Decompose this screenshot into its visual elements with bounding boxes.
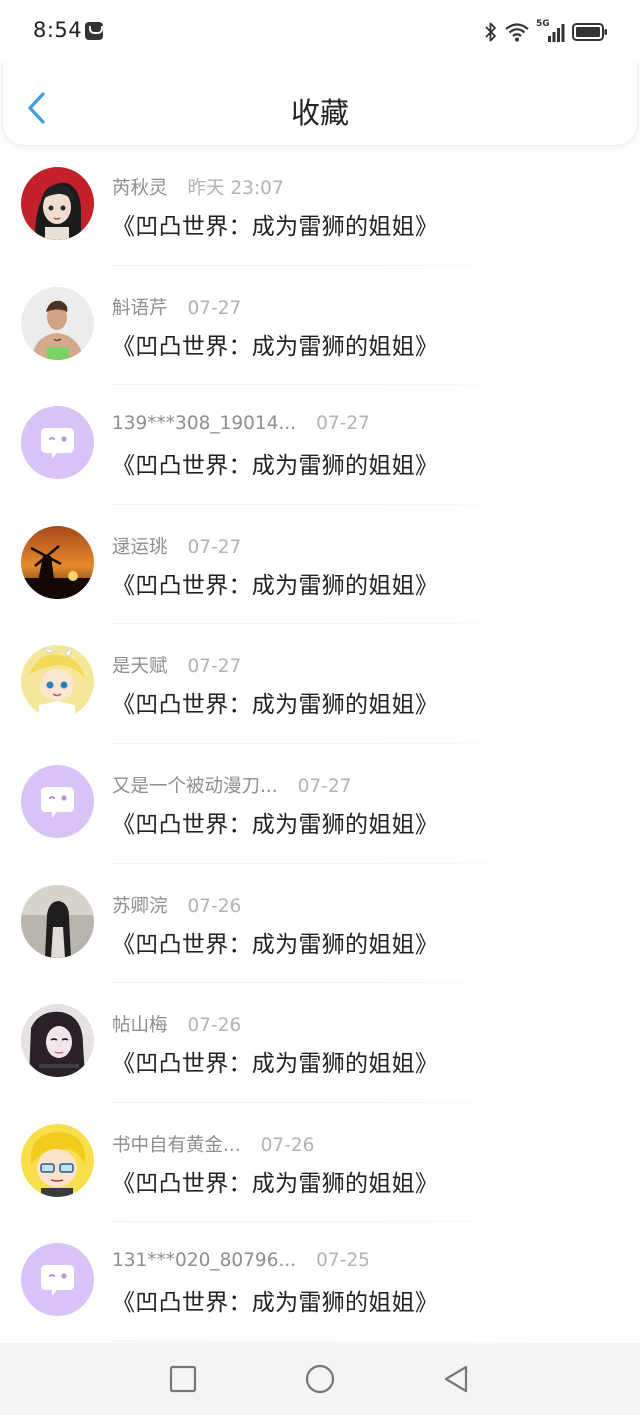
cellular-signal-icon: 5G bbox=[536, 19, 566, 43]
home-circle-icon[interactable] bbox=[304, 1363, 336, 1395]
item-meta: 芮秋灵 昨天 23:07 bbox=[112, 174, 284, 200]
avatar[interactable] bbox=[21, 525, 94, 599]
item-meta: 131***020_80796... 07-25 bbox=[112, 1250, 370, 1271]
list-item[interactable]: 139***308_19014... 07-27 《凹凸世界：成为雷狮的姐姐》 bbox=[0, 385, 640, 505]
notification-icon bbox=[85, 22, 103, 40]
book-title[interactable]: 《凹凸世界：成为雷狮的姐姐》 bbox=[112, 925, 438, 959]
book-title[interactable]: 《凹凸世界：成为雷狮的姐姐》 bbox=[112, 685, 438, 719]
timestamp: 07-25 bbox=[316, 1250, 370, 1272]
item-meta: 又是一个被动漫刀... 07-27 bbox=[112, 772, 351, 798]
recent-apps-square-icon[interactable] bbox=[167, 1363, 199, 1395]
status-icons: 5G bbox=[484, 19, 608, 44]
item-meta: 苏卿浣 07-26 bbox=[112, 892, 241, 918]
user-name[interactable]: 帖山梅 bbox=[112, 1011, 168, 1037]
back-triangle-icon[interactable] bbox=[440, 1363, 472, 1395]
book-title[interactable]: 《凹凸世界：成为雷狮的姐姐》 bbox=[112, 1164, 438, 1198]
avatar[interactable] bbox=[21, 884, 94, 958]
page-title: 收藏 bbox=[290, 96, 349, 130]
default-avatar-icon[interactable] bbox=[21, 764, 94, 838]
default-avatar-icon[interactable] bbox=[21, 406, 94, 480]
book-title[interactable]: 《凹凸世界：成为雷狮的姐姐》 bbox=[112, 566, 438, 600]
timestamp: 07-27 bbox=[187, 656, 242, 678]
status-time: 8:54 bbox=[33, 18, 83, 42]
item-meta: 逯运珧 07-27 bbox=[112, 533, 241, 559]
item-meta: 是天赋 07-27 bbox=[112, 652, 241, 678]
list-item[interactable]: 131***020_80796... 07-25 《凹凸世界：成为雷狮的姐姐》 bbox=[0, 1222, 640, 1342]
list-item[interactable]: 苏卿浣 07-26 《凹凸世界：成为雷狮的姐姐》 bbox=[0, 864, 640, 984]
list-item[interactable]: 又是一个被动漫刀... 07-27 《凹凸世界：成为雷狮的姐姐》 bbox=[0, 744, 640, 864]
favorites-list: 芮秋灵 昨天 23:07 《凹凸世界：成为雷狮的姐姐》 斛语芹 07-27 《凹… bbox=[0, 146, 640, 1342]
list-item[interactable]: 斛语芹 07-27 《凹凸世界：成为雷狮的姐姐》 bbox=[0, 266, 640, 386]
avatar[interactable] bbox=[21, 286, 94, 360]
item-meta: 斛语芹 07-27 bbox=[112, 294, 241, 320]
list-item[interactable]: 书中自有黄金... 07-26 《凹凸世界：成为雷狮的姐姐》 bbox=[0, 1103, 640, 1223]
item-meta: 帖山梅 07-26 bbox=[112, 1011, 241, 1037]
bluetooth-icon bbox=[485, 22, 496, 42]
list-item[interactable]: 是天赋 07-27 《凹凸世界：成为雷狮的姐姐》 bbox=[0, 624, 640, 744]
user-name[interactable]: 131***020_80796... bbox=[112, 1250, 296, 1271]
book-title[interactable]: 《凹凸世界：成为雷狮的姐姐》 bbox=[112, 327, 438, 361]
avatar[interactable] bbox=[21, 1123, 94, 1197]
timestamp: 07-27 bbox=[316, 413, 370, 435]
divider bbox=[112, 1340, 550, 1342]
timestamp: 07-27 bbox=[187, 297, 242, 319]
book-title[interactable]: 《凹凸世界：成为雷狮的姐姐》 bbox=[112, 1044, 438, 1078]
system-navigation-bar bbox=[0, 1343, 640, 1415]
user-name[interactable]: 书中自有黄金... bbox=[112, 1131, 241, 1157]
book-title[interactable]: 《凹凸世界：成为雷狮的姐姐》 bbox=[112, 446, 438, 480]
avatar[interactable] bbox=[21, 1004, 94, 1078]
book-title[interactable]: 《凹凸世界：成为雷狮的姐姐》 bbox=[112, 1283, 438, 1317]
timestamp: 07-27 bbox=[187, 536, 242, 558]
user-name[interactable]: 逯运珧 bbox=[112, 533, 168, 559]
wifi-icon bbox=[505, 23, 529, 42]
item-meta: 139***308_19014... 07-27 bbox=[112, 413, 370, 434]
book-title[interactable]: 《凹凸世界：成为雷狮的姐姐》 bbox=[112, 805, 438, 839]
status-bar: 8:54 5G bbox=[0, 0, 640, 62]
list-item[interactable]: 芮秋灵 昨天 23:07 《凹凸世界：成为雷狮的姐姐》 bbox=[0, 146, 640, 266]
list-item[interactable]: 帖山梅 07-26 《凹凸世界：成为雷狮的姐姐》 bbox=[0, 983, 640, 1103]
user-name[interactable]: 又是一个被动漫刀... bbox=[112, 772, 278, 798]
item-meta: 书中自有黄金... 07-26 bbox=[112, 1131, 314, 1157]
timestamp: 07-26 bbox=[187, 1015, 242, 1037]
timestamp: 07-27 bbox=[297, 775, 352, 797]
list-item[interactable]: 逯运珧 07-27 《凹凸世界：成为雷狮的姐姐》 bbox=[0, 505, 640, 625]
battery-icon bbox=[572, 23, 607, 41]
user-name[interactable]: 苏卿浣 bbox=[112, 892, 168, 918]
timestamp: 昨天 23:07 bbox=[187, 178, 284, 199]
user-name[interactable]: 芮秋灵 bbox=[112, 174, 168, 200]
book-title[interactable]: 《凹凸世界：成为雷狮的姐姐》 bbox=[112, 207, 438, 241]
user-name[interactable]: 是天赋 bbox=[112, 652, 168, 678]
header: 收藏 bbox=[2, 62, 638, 146]
default-avatar-icon[interactable] bbox=[21, 1243, 94, 1317]
timestamp: 07-26 bbox=[260, 1134, 315, 1156]
avatar[interactable] bbox=[21, 645, 94, 719]
avatar[interactable] bbox=[21, 167, 94, 240]
timestamp: 07-26 bbox=[187, 895, 242, 917]
user-name[interactable]: 斛语芹 bbox=[112, 294, 168, 320]
user-name[interactable]: 139***308_19014... bbox=[112, 413, 296, 434]
